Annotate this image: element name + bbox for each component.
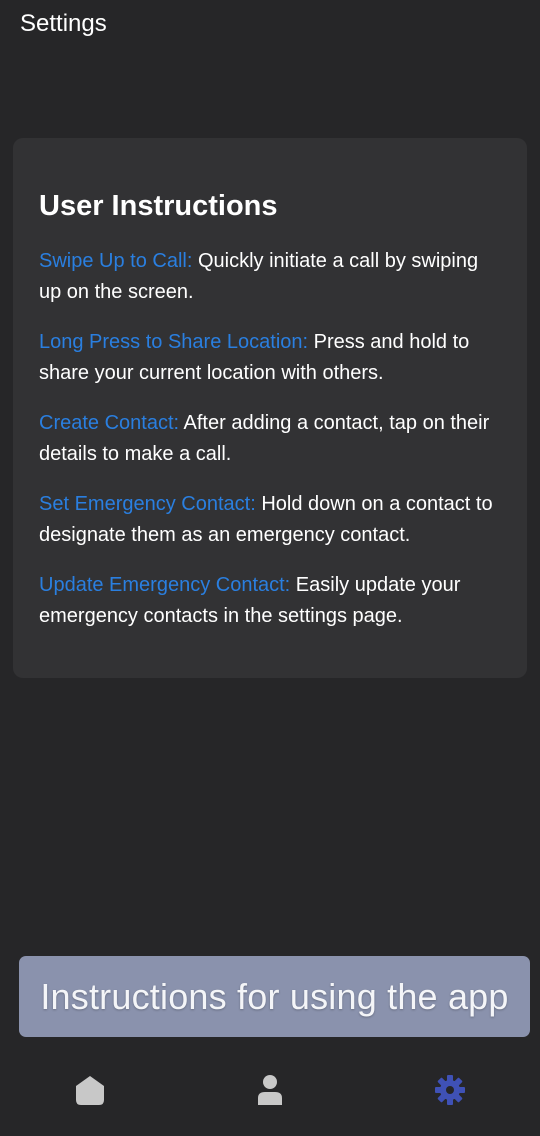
page-title: Settings — [20, 10, 107, 37]
instruction-long-press: Long Press to Share Location: Press and … — [39, 327, 501, 389]
nav-profile-tab[interactable] — [250, 1070, 290, 1110]
instruction-create-contact: Create Contact: After adding a contact, … — [39, 408, 501, 470]
nav-settings-tab[interactable] — [430, 1070, 470, 1110]
gear-icon — [435, 1075, 465, 1105]
instruction-key: Create Contact: — [39, 412, 180, 434]
instruction-swipe-up: Swipe Up to Call: Quickly initiate a cal… — [39, 246, 501, 308]
nav-home-tab[interactable] — [70, 1070, 110, 1110]
user-instructions-card: User Instructions Swipe Up to Call: Quic… — [13, 138, 527, 678]
home-icon — [76, 1076, 104, 1105]
instruction-set-emergency: Set Emergency Contact: Hold down on a co… — [39, 489, 501, 551]
instruction-key: Swipe Up to Call: — [39, 250, 193, 272]
card-title: User Instructions — [39, 190, 278, 222]
instruction-key: Long Press to Share Location: — [39, 331, 309, 353]
instruction-key: Update Emergency Contact: — [39, 574, 291, 596]
instruction-update-emergency: Update Emergency Contact: Easily update … — [39, 570, 501, 632]
caption-banner: Instructions for using the app — [19, 956, 530, 1037]
bottom-navigation — [0, 1040, 540, 1136]
instruction-key: Set Emergency Contact: — [39, 493, 256, 515]
person-icon — [258, 1075, 282, 1105]
settings-screen: Settings User Instructions Swipe Up to C… — [0, 0, 540, 1136]
